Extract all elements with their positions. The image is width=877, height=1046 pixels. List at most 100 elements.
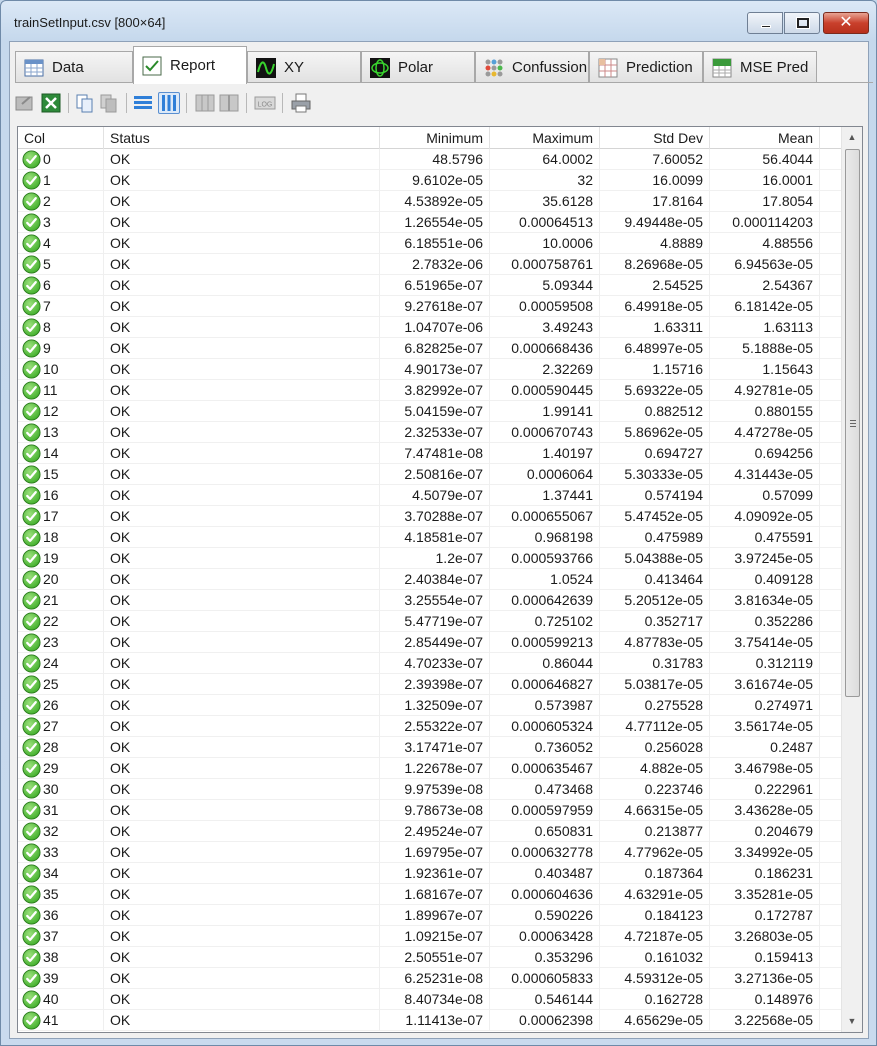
table-row[interactable]: 25 OK 2.39398e-07 0.000646827 5.03817e-05 3.6… [18, 674, 841, 695]
cell-maximum: 0.573987 [490, 695, 600, 716]
col-index: 27 [43, 718, 59, 734]
ok-check-icon [22, 675, 41, 694]
header-maximum[interactable]: Maximum [490, 127, 600, 149]
cell-minimum: 2.32533e-07 [380, 422, 490, 443]
header-status[interactable]: Status [104, 127, 380, 149]
copy-image-button[interactable] [98, 92, 120, 114]
cell-col: 36 [18, 905, 104, 926]
table-row[interactable]: 28 OK 3.17471e-07 0.736052 0.256028 0.2487 [18, 737, 841, 758]
header-col[interactable]: Col [18, 127, 104, 149]
header-mean[interactable]: Mean [710, 127, 820, 149]
print-button[interactable] [290, 92, 312, 114]
cell-col: 13 [18, 422, 104, 443]
table-row[interactable]: 30 OK 9.97539e-08 0.473468 0.223746 0.222961 [18, 779, 841, 800]
close-button[interactable]: ✕ [823, 12, 869, 34]
table-row[interactable]: 5 OK 2.7832e-06 0.000758761 8.26968e-05 6.945… [18, 254, 841, 275]
cell-minimum: 4.53892e-05 [380, 191, 490, 212]
export-button[interactable] [14, 92, 36, 114]
table-row[interactable]: 13 OK 2.32533e-07 0.000670743 5.86962e-05 4.4… [18, 422, 841, 443]
table-row[interactable]: 6 OK 6.51965e-07 5.09344 2.54525 2.54367 [18, 275, 841, 296]
table-row[interactable]: 26 OK 1.32509e-07 0.573987 0.275528 0.274971 [18, 695, 841, 716]
tab-polar[interactable]: Polar [361, 51, 475, 83]
table-row[interactable]: 33 OK 1.69795e-07 0.000632778 4.77962e-05 3.3… [18, 842, 841, 863]
split-view-alt-button[interactable] [218, 92, 240, 114]
table-row[interactable]: 17 OK 3.70288e-07 0.000655067 5.47452e-05 4.0… [18, 506, 841, 527]
table-row[interactable]: 34 OK 1.92361e-07 0.403487 0.187364 0.186231 [18, 863, 841, 884]
table-row[interactable]: 12 OK 5.04159e-07 1.99141 0.882512 0.880155 [18, 401, 841, 422]
vertical-scrollbar[interactable]: ▲ ▼ [841, 127, 862, 1032]
table-row[interactable]: 19 OK 1.2e-07 0.000593766 5.04388e-05 3.97245… [18, 548, 841, 569]
tab-confussion[interactable]: Confussion [475, 51, 589, 83]
table-row[interactable]: 8 OK 1.04707e-06 3.49243 1.63311 1.63113 [18, 317, 841, 338]
tab-prediction[interactable]: Prediction [589, 51, 703, 83]
client-area: Data Report XY Polar Confussion Predicti… [9, 41, 873, 1039]
cell-status: OK [104, 653, 380, 674]
table-row[interactable]: 32 OK 2.49524e-07 0.650831 0.213877 0.204679 [18, 821, 841, 842]
ok-check-icon [22, 969, 41, 988]
polar-icon [370, 57, 390, 78]
header-std-dev[interactable]: Std Dev [600, 127, 710, 149]
table-row[interactable]: 31 OK 9.78673e-08 0.000597959 4.66315e-05 3.4… [18, 800, 841, 821]
table-row[interactable]: 23 OK 2.85449e-07 0.000599213 4.87783e-05 3.7… [18, 632, 841, 653]
table-row[interactable]: 24 OK 4.70233e-07 0.86044 0.31783 0.312119 [18, 653, 841, 674]
table-row[interactable]: 15 OK 2.50816e-07 0.0006064 5.30333e-05 4.314… [18, 464, 841, 485]
copy-button[interactable] [74, 92, 96, 114]
col-index: 22 [43, 613, 59, 629]
table-row[interactable]: 41 OK 1.11413e-07 0.00062398 4.65629e-05 3.22… [18, 1010, 841, 1031]
table-row[interactable]: 11 OK 3.82992e-07 0.000590445 5.69322e-05 4.9… [18, 380, 841, 401]
tab-report[interactable]: Report [133, 46, 247, 84]
table-row[interactable]: 21 OK 3.25554e-07 0.000642639 5.20512e-05 3.8… [18, 590, 841, 611]
table-row[interactable]: 7 OK 9.27618e-07 0.00059508 6.49918e-05 6.181… [18, 296, 841, 317]
cell-std-dev: 4.72187e-05 [600, 926, 710, 947]
table-row[interactable]: 2 OK 4.53892e-05 35.6128 17.8164 17.8054 [18, 191, 841, 212]
tab-data[interactable]: Data [15, 51, 133, 83]
ok-check-icon [22, 192, 41, 211]
table-row[interactable]: 27 OK 2.55322e-07 0.000605324 4.77112e-05 3.5… [18, 716, 841, 737]
col-index: 5 [43, 256, 51, 272]
split-view-button[interactable] [194, 92, 216, 114]
report-table[interactable]: Col Status Minimum Maximum Std Dev Mean … [17, 126, 863, 1033]
scroll-thumb[interactable] [845, 149, 860, 697]
excel-button[interactable] [40, 92, 62, 114]
cell-std-dev: 5.30333e-05 [600, 464, 710, 485]
tab-xy[interactable]: XY [247, 51, 361, 83]
col-index: 23 [43, 634, 59, 650]
ok-check-icon [22, 864, 41, 883]
table-row[interactable]: 20 OK 2.40384e-07 1.0524 0.413464 0.409128 [18, 569, 841, 590]
table-row[interactable]: 35 OK 1.68167e-07 0.000604636 4.63291e-05 3.3… [18, 884, 841, 905]
table-row[interactable]: 0 OK 48.5796 64.0002 7.60052 56.4044 [18, 149, 841, 170]
table-row[interactable]: 9 OK 6.82825e-07 0.000668436 6.48997e-05 5.18… [18, 338, 841, 359]
rows-view-button[interactable] [132, 92, 154, 114]
table-row[interactable]: 29 OK 1.22678e-07 0.000635467 4.882e-05 3.467… [18, 758, 841, 779]
table-row[interactable]: 14 OK 7.47481e-08 1.40197 0.694727 0.694256 [18, 443, 841, 464]
maximize-button[interactable] [784, 12, 820, 34]
minimize-button[interactable] [747, 12, 783, 34]
table-row[interactable]: 37 OK 1.09215e-07 0.00063428 4.72187e-05 3.26… [18, 926, 841, 947]
log-button[interactable]: LOG [254, 92, 276, 114]
title-bar[interactable]: trainSetInput.csv [800×64] ✕ [1, 1, 876, 41]
scroll-up-icon[interactable]: ▲ [842, 129, 862, 146]
cell-col: 20 [18, 569, 104, 590]
table-row[interactable]: 10 OK 4.90173e-07 2.32269 1.15716 1.15643 [18, 359, 841, 380]
table-row[interactable]: 39 OK 6.25231e-08 0.000605833 4.59312e-05 3.2… [18, 968, 841, 989]
tab-mse-pred[interactable]: MSE Pred [703, 51, 817, 83]
ok-check-icon [22, 759, 41, 778]
cell-minimum: 9.78673e-08 [380, 800, 490, 821]
header-minimum[interactable]: Minimum [380, 127, 490, 149]
table-row[interactable]: 16 OK 4.5079e-07 1.37441 0.574194 0.57099 [18, 485, 841, 506]
cell-maximum: 0.650831 [490, 821, 600, 842]
table-row[interactable]: 4 OK 6.18551e-06 10.0006 4.8889 4.88556 [18, 233, 841, 254]
cell-minimum: 6.25231e-08 [380, 968, 490, 989]
table-row[interactable]: 18 OK 4.18581e-07 0.968198 0.475989 0.475591 [18, 527, 841, 548]
table-row[interactable]: 3 OK 1.26554e-05 0.00064513 9.49448e-05 0.000… [18, 212, 841, 233]
ok-check-icon [22, 591, 41, 610]
table-row[interactable]: 1 OK 9.6102e-05 32 16.0099 16.0001 [18, 170, 841, 191]
table-row[interactable]: 38 OK 2.50551e-07 0.353296 0.161032 0.159413 [18, 947, 841, 968]
table-row[interactable]: 22 OK 5.47719e-07 0.725102 0.352717 0.352286 [18, 611, 841, 632]
table-row[interactable]: 40 OK 8.40734e-08 0.546144 0.162728 0.148976 [18, 989, 841, 1010]
toolbar-separator [126, 93, 127, 113]
table-row[interactable]: 36 OK 1.89967e-07 0.590226 0.184123 0.172787 [18, 905, 841, 926]
scroll-down-icon[interactable]: ▼ [842, 1013, 862, 1030]
cell-mean: 0.409128 [710, 569, 820, 590]
columns-view-button[interactable] [158, 92, 180, 114]
